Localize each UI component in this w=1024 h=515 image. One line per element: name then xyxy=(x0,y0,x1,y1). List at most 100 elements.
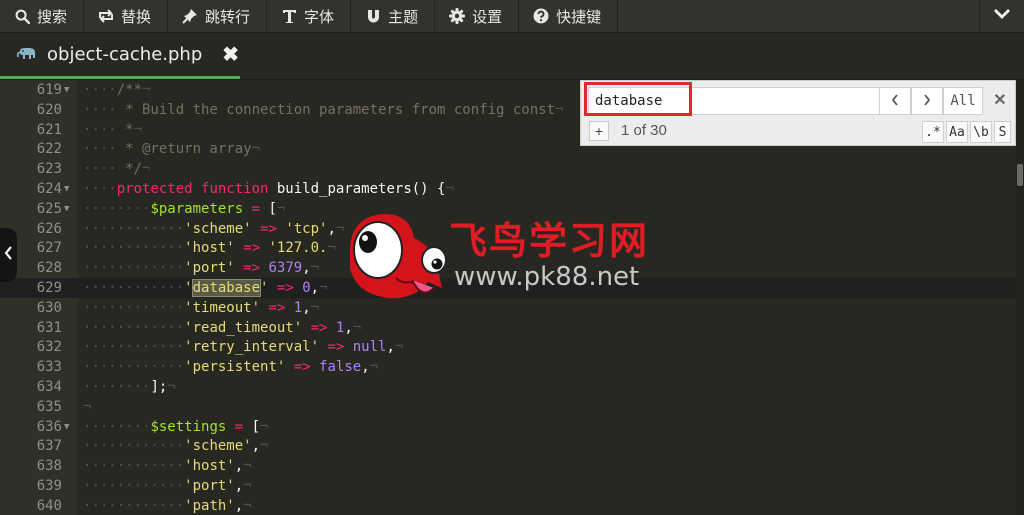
code-token: 'host' xyxy=(184,458,235,475)
whole-word-toggle[interactable]: \b xyxy=(970,121,992,143)
tab-object-cache[interactable]: object-cache.php ✖ xyxy=(0,33,240,79)
line-number: 620 xyxy=(36,101,62,118)
code-token: null xyxy=(352,339,387,356)
code-line[interactable]: 637 ············'scheme',¬ xyxy=(0,436,1016,456)
code-text: ····/**¬ xyxy=(83,82,151,98)
line-number: 639 xyxy=(36,478,62,494)
code-token: => xyxy=(327,339,345,356)
line-number: 640 xyxy=(36,497,62,514)
fold-arrow-icon[interactable]: ▼ xyxy=(64,199,69,219)
code-token: * @return array xyxy=(116,141,252,158)
code-text: ···· * @return array¬ xyxy=(83,141,261,158)
code-token: 6379 xyxy=(268,260,303,277)
goto-line-button[interactable]: 跳转行 xyxy=(168,0,268,32)
line-number: 635 xyxy=(36,398,62,415)
find-previous-button[interactable] xyxy=(879,87,911,115)
match-counter: 1 of 30 xyxy=(621,122,667,139)
scrollbar-thumb[interactable] xyxy=(1017,164,1023,186)
pin-icon xyxy=(181,7,199,25)
search-icon xyxy=(13,7,31,25)
code-text: ············'port' => 6379,¬ xyxy=(83,260,320,277)
code-line[interactable]: 635 ¬ xyxy=(0,397,1016,417)
search-input[interactable]: database xyxy=(588,87,884,115)
code-token: , xyxy=(386,339,395,356)
settings-button-label: 设置 xyxy=(472,8,503,26)
code-token: [ xyxy=(260,200,277,217)
text-icon xyxy=(280,7,298,25)
code-token: 'host' xyxy=(184,240,235,257)
magnet-icon xyxy=(364,7,382,25)
code-token: => xyxy=(243,240,261,257)
code-token: * Build the connection parameters from c… xyxy=(116,101,556,118)
line-number: 631 xyxy=(36,319,62,336)
code-token: false xyxy=(319,359,362,376)
code-line[interactable]: 623 ···· */¬ xyxy=(0,159,1016,179)
toggle-replace-button[interactable]: + xyxy=(589,121,609,141)
shortcuts-button-label: 快捷键 xyxy=(556,8,602,26)
code-token: 'path' xyxy=(184,497,235,514)
code-line[interactable]: 638 ············'host',¬ xyxy=(0,456,1016,476)
vertical-scrollbar[interactable] xyxy=(1016,80,1024,515)
chevron-right-icon xyxy=(923,93,931,109)
shortcuts-button[interactable]: 快捷键 xyxy=(519,0,619,32)
find-next-button[interactable] xyxy=(911,87,943,115)
settings-button[interactable]: 设置 xyxy=(435,0,520,32)
code-token: 'persistent' xyxy=(184,359,286,376)
in-selection-toggle[interactable]: S xyxy=(994,121,1011,143)
code-text: ············'scheme',¬ xyxy=(83,438,269,455)
code-line[interactable]: 631 ············'read_timeout' => 1,¬ xyxy=(0,318,1016,338)
replace-button-label: 替换 xyxy=(121,8,152,26)
code-text: ····protected function build_parameters(… xyxy=(83,181,454,197)
collapse-toolbar-button[interactable] xyxy=(979,0,1024,32)
code-line[interactable]: 624 ▼ ····protected function build_paramet… xyxy=(0,179,1016,199)
code-text: ············'path',¬ xyxy=(83,497,252,514)
theme-button[interactable]: 主题 xyxy=(351,0,436,32)
close-tab-icon[interactable]: ✖ xyxy=(222,42,239,67)
case-sensitive-toggle[interactable]: Aa xyxy=(946,121,968,143)
code-line[interactable]: 636 ▼ ········$settings = [¬ xyxy=(0,417,1016,437)
chevron-left-icon xyxy=(891,93,899,109)
font-button[interactable]: 字体 xyxy=(267,0,352,32)
tab-bar: object-cache.php ✖ xyxy=(0,33,1024,80)
code-token: 'port' xyxy=(184,260,235,277)
find-all-button[interactable]: All xyxy=(943,87,983,115)
code-line[interactable]: 639 ············'port',¬ xyxy=(0,476,1016,496)
chevron-down-icon xyxy=(993,7,1011,25)
regex-toggle[interactable]: .* xyxy=(922,121,944,143)
code-text: ············'scheme' => 'tcp',¬ xyxy=(83,220,345,237)
line-number: 637 xyxy=(36,438,62,455)
code-text: ···· *¬ xyxy=(83,121,143,138)
fold-arrow-icon[interactable]: ▼ xyxy=(64,417,69,437)
side-panel-toggle[interactable] xyxy=(0,228,17,282)
code-text: ············'persistent' => false,¬ xyxy=(83,359,379,376)
code-token: => xyxy=(260,220,277,237)
close-search-icon[interactable]: ✕ xyxy=(991,88,1009,112)
line-number: 633 xyxy=(36,359,62,376)
fold-arrow-icon[interactable]: ▼ xyxy=(64,80,69,100)
search-button[interactable]: 搜索 xyxy=(0,0,85,32)
replace-button[interactable]: 替换 xyxy=(84,0,169,32)
bird-logo-icon xyxy=(350,214,447,299)
code-line[interactable]: 640 ············'path',¬ xyxy=(0,496,1016,515)
code-token: , xyxy=(302,260,311,277)
line-number: 621 xyxy=(36,121,62,138)
code-token: => xyxy=(243,260,261,277)
code-line[interactable]: 632 ············'retry_interval' => null,… xyxy=(0,337,1016,357)
code-token: , xyxy=(344,319,353,336)
code-token: 1 xyxy=(293,299,303,316)
code-line[interactable]: 634 ········];¬ xyxy=(0,377,1016,397)
code-text: ············'timeout' => 1,¬ xyxy=(83,299,320,316)
code-token: '127.0. xyxy=(268,240,328,257)
chevron-left-icon xyxy=(4,245,13,265)
tab-filename: object-cache.php xyxy=(47,44,203,65)
code-line[interactable]: 633 ············'persistent' => false,¬ xyxy=(0,357,1016,377)
code-token: = xyxy=(251,200,261,217)
line-number: 619 xyxy=(36,82,62,98)
line-number: 630 xyxy=(36,299,62,316)
code-text: ···· */¬ xyxy=(83,161,151,178)
fold-arrow-icon[interactable]: ▼ xyxy=(64,179,69,199)
